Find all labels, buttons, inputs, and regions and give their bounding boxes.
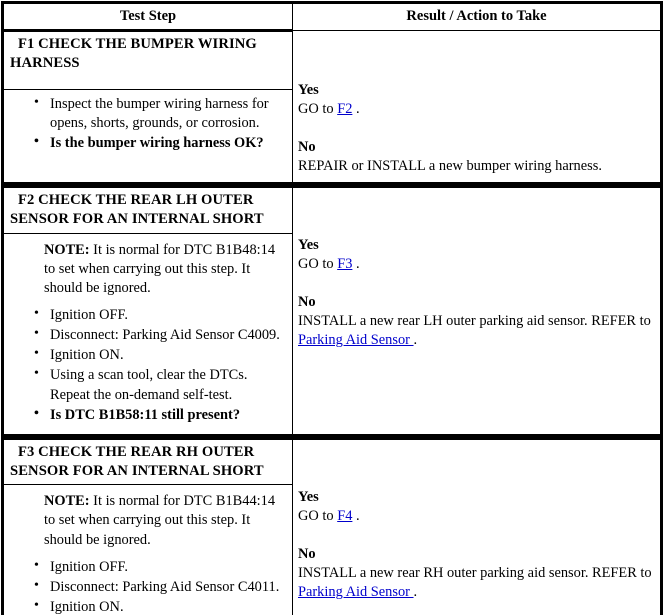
goto-suffix: . xyxy=(352,101,360,118)
step-title-f3: F3 CHECK THE REAR RH OUTER SENSOR FOR AN… xyxy=(2,436,293,486)
goto-prefix: GO to xyxy=(298,508,338,525)
result-yes-label-f3: Yes xyxy=(298,488,319,505)
no-action-text: REPAIR or INSTALL a new bumper wiring ha… xyxy=(298,157,602,174)
no-action-text: INSTALL a new rear RH outer parking aid … xyxy=(298,564,652,581)
no-action-suffix: . xyxy=(413,584,418,601)
note-lead: NOTE: xyxy=(44,493,90,510)
list-item: Ignition OFF. xyxy=(32,557,286,577)
link-goto-f4[interactable]: F4 xyxy=(337,508,352,524)
link-goto-f2[interactable]: F2 xyxy=(337,101,352,117)
note-lead: NOTE: xyxy=(44,241,90,258)
link-goto-f3[interactable]: F3 xyxy=(337,256,352,272)
goto-prefix: GO to xyxy=(298,101,338,118)
table-row: F3 CHECK THE REAR RH OUTER SENSOR FOR AN… xyxy=(2,436,662,615)
diagnostic-procedure-document: Test Step Result / Action to Take F1 CHE… xyxy=(0,0,666,615)
result-top-spacer xyxy=(298,444,655,488)
result-cell-f1: Yes GO to F2 . No REPAIR or INSTALL a ne… xyxy=(292,29,662,185)
no-action-suffix: . xyxy=(413,332,418,349)
result-yes-label-f1: Yes xyxy=(298,82,319,98)
step-list-f3: Ignition OFF. Disconnect: Parking Aid Se… xyxy=(10,557,286,615)
diagnostic-table: Test Step Result / Action to Take F1 CHE… xyxy=(1,1,663,615)
step-body-f1: Inspect the bumper wiring harness for op… xyxy=(2,88,293,185)
step-title-line-2: SENSOR FOR AN INTERNAL SHORT xyxy=(10,210,264,227)
goto-suffix: . xyxy=(352,256,360,273)
result-cell-f2: Yes GO to F3 . No INSTALL a new rear LH … xyxy=(292,185,662,436)
list-item: Disconnect: Parking Aid Sensor C4009. xyxy=(32,325,286,345)
result-no-action-f3: INSTALL a new rear RH outer parking aid … xyxy=(298,564,655,603)
no-action-text: INSTALL a new rear LH outer parking aid … xyxy=(298,313,651,330)
result-yes-action-f2: GO to F3 . xyxy=(298,255,655,274)
list-item: Using a scan tool, clear the DTCs. Repea… xyxy=(32,365,286,404)
result-top-spacer xyxy=(298,192,655,236)
result-gap xyxy=(298,275,655,293)
step-list-f2: Ignition OFF. Disconnect: Parking Aid Se… xyxy=(10,305,286,425)
note-f3: NOTE: It is normal for DTC B1B44:14 to s… xyxy=(44,492,286,549)
list-item: Disconnect: Parking Aid Sensor C4011. xyxy=(32,577,286,597)
table-header-row: Test Step Result / Action to Take xyxy=(2,2,662,31)
step-body-f3: NOTE: It is normal for DTC B1B44:14 to s… xyxy=(2,484,293,615)
result-cell-f3: Yes GO to F4 . No INSTALL a new rear RH … xyxy=(292,436,662,615)
result-no-label-f1: No xyxy=(298,138,316,155)
result-yes-label-f2: Yes xyxy=(298,237,319,254)
result-no-action-f1: REPAIR or INSTALL a new bumper wiring ha… xyxy=(298,157,655,176)
result-gap xyxy=(298,527,655,545)
link-parking-aid-sensor[interactable]: Parking Aid Sensor xyxy=(298,584,414,600)
step-title-f1: F1 CHECK THE BUMPER WIRING HARNESS xyxy=(2,29,293,90)
note-f2: NOTE: It is normal for DTC B1B48:14 to s… xyxy=(44,241,286,298)
result-no-label-f3: No xyxy=(298,545,316,562)
step-list-f1: Inspect the bumper wiring harness for op… xyxy=(10,94,286,153)
result-gap xyxy=(298,120,655,138)
step-title-line-1: F2 CHECK THE REAR LH OUTER xyxy=(18,192,254,209)
table-row: F2 CHECK THE REAR LH OUTER SENSOR FOR AN… xyxy=(2,185,662,436)
step-title-f2: F2 CHECK THE REAR LH OUTER SENSOR FOR AN… xyxy=(2,185,293,234)
step-title-line-2: SENSOR FOR AN INTERNAL SHORT xyxy=(10,462,264,479)
list-item: Ignition ON. xyxy=(32,597,286,615)
result-yes-action-f3: GO to F4 . xyxy=(298,507,655,526)
goto-suffix: . xyxy=(352,508,360,525)
result-no-action-f2: INSTALL a new rear LH outer parking aid … xyxy=(298,312,655,351)
result-top-spacer xyxy=(298,35,655,81)
step-title-line-2: HARNESS xyxy=(10,54,80,71)
result-no-label-f2: No xyxy=(298,293,316,310)
list-item: Is the bumper wiring harness OK? xyxy=(32,133,286,153)
step-title-line-1: F3 CHECK THE REAR RH OUTER xyxy=(18,443,255,460)
result-yes-action-f1: GO to F2 . xyxy=(298,100,655,119)
column-header-test-step: Test Step xyxy=(2,2,293,31)
step-title-line-1: F1 CHECK THE BUMPER WIRING xyxy=(18,36,257,52)
table-row: F1 CHECK THE BUMPER WIRING HARNESS Yes G… xyxy=(2,29,662,185)
column-header-result-action: Result / Action to Take xyxy=(292,2,662,31)
list-item: Inspect the bumper wiring harness for op… xyxy=(32,94,286,133)
step-body-f2: NOTE: It is normal for DTC B1B48:14 to s… xyxy=(2,232,293,436)
list-item: Ignition OFF. xyxy=(32,305,286,325)
goto-prefix: GO to xyxy=(298,256,338,273)
list-item: Ignition ON. xyxy=(32,345,286,365)
link-parking-aid-sensor[interactable]: Parking Aid Sensor xyxy=(298,332,414,348)
list-item: Is DTC B1B58:11 still present? xyxy=(32,405,286,425)
